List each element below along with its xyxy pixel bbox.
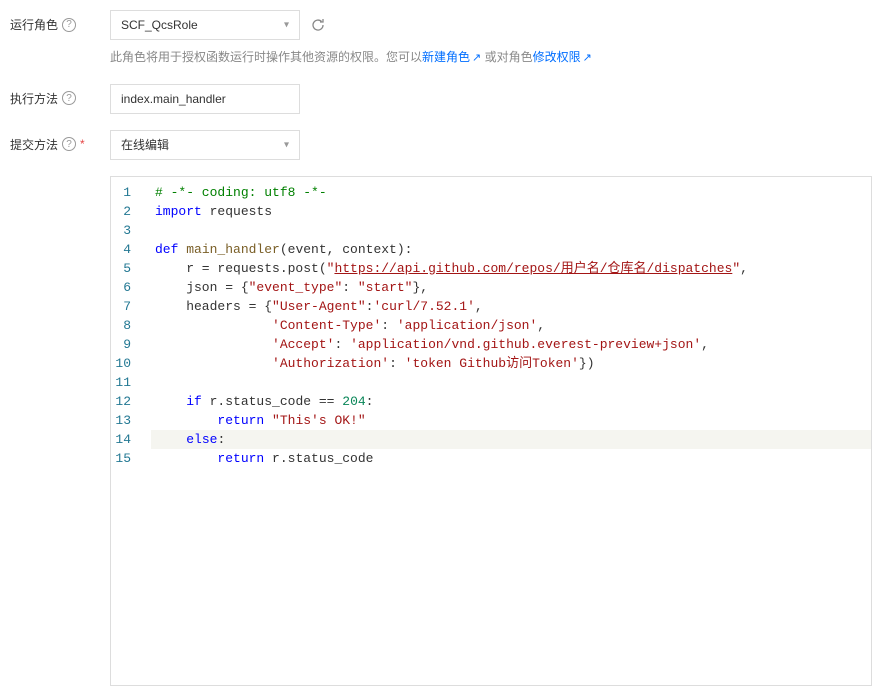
submit-method-select[interactable]: 在线编辑 ▾ [110,130,300,160]
create-role-link[interactable]: 新建角色 [422,50,470,64]
line-number: 2 [111,202,139,221]
line-number: 14 [111,430,139,449]
code-line[interactable]: # -*- coding: utf8 -*- [151,183,871,202]
run-role-hint: 此角色将用于授权函数运行时操作其他资源的权限。您可以新建角色↗ 或对角色修改权限… [110,48,592,68]
line-number: 11 [111,373,139,392]
code-editor[interactable]: 123456789101112131415 # -*- coding: utf8… [110,176,872,686]
submit-method-value: 在线编辑 [121,136,169,153]
line-number: 4 [111,240,139,259]
code-line[interactable]: 'Content-Type': 'application/json', [151,316,871,335]
submit-method-label: 提交方法 ? * [10,130,110,153]
code-line[interactable]: headers = {"User-Agent":'curl/7.52.1', [151,297,871,316]
hint-mid: 或对角色 [481,50,532,64]
line-number: 6 [111,278,139,297]
code-line[interactable]: json = {"event_type": "start"}, [151,278,871,297]
help-icon[interactable]: ? [62,91,76,105]
code-line[interactable]: def main_handler(event, context): [151,240,871,259]
code-line[interactable] [151,221,871,240]
line-number: 7 [111,297,139,316]
modify-permission-link[interactable]: 修改权限 [533,50,581,64]
chevron-down-icon: ▾ [284,139,289,150]
line-number: 3 [111,221,139,240]
line-number: 9 [111,335,139,354]
code-line[interactable]: 'Accept': 'application/vnd.github.everes… [151,335,871,354]
code-line[interactable]: import requests [151,202,871,221]
required-mark: * [80,137,85,151]
external-link-icon: ↗ [583,52,592,64]
run-role-label-text: 运行角色 [10,16,58,33]
run-role-label: 运行角色 ? [10,10,110,33]
exec-method-row: 执行方法 ? [0,84,892,114]
exec-method-input[interactable] [110,84,300,114]
line-number: 8 [111,316,139,335]
code-line[interactable]: r = requests.post("https://api.github.co… [151,259,871,278]
exec-method-label-text: 执行方法 [10,90,58,107]
submit-method-label-text: 提交方法 [10,136,58,153]
submit-method-row: 提交方法 ? * 在线编辑 ▾ [0,130,892,160]
code-line[interactable]: if r.status_code == 204: [151,392,871,411]
line-number: 10 [111,354,139,373]
code-content[interactable]: # -*- coding: utf8 -*-import requests de… [151,177,871,685]
code-line[interactable]: return "This's OK!" [151,411,871,430]
hint-prefix: 此角色将用于授权函数运行时操作其他资源的权限。您可以 [110,50,422,64]
chevron-down-icon: ▾ [284,20,289,31]
code-line[interactable]: return r.status_code [151,449,871,468]
line-number: 12 [111,392,139,411]
line-number: 13 [111,411,139,430]
code-line[interactable]: 'Authorization': 'token Github访问Token'}) [151,354,871,373]
line-number-gutter: 123456789101112131415 [111,177,151,685]
external-link-icon: ↗ [472,52,481,64]
line-number: 1 [111,183,139,202]
refresh-icon[interactable] [310,17,326,33]
help-icon[interactable]: ? [62,137,76,151]
run-role-row: 运行角色 ? SCF_QcsRole ▾ 此角色将用于授权函数运行时操作其他资源… [0,10,892,68]
exec-method-label: 执行方法 ? [10,84,110,107]
code-line[interactable]: else: [151,430,871,449]
line-number: 15 [111,449,139,468]
help-icon[interactable]: ? [62,18,76,32]
run-role-value: SCF_QcsRole [121,18,198,32]
run-role-select[interactable]: SCF_QcsRole ▾ [110,10,300,40]
line-number: 5 [111,259,139,278]
code-line[interactable] [151,373,871,392]
